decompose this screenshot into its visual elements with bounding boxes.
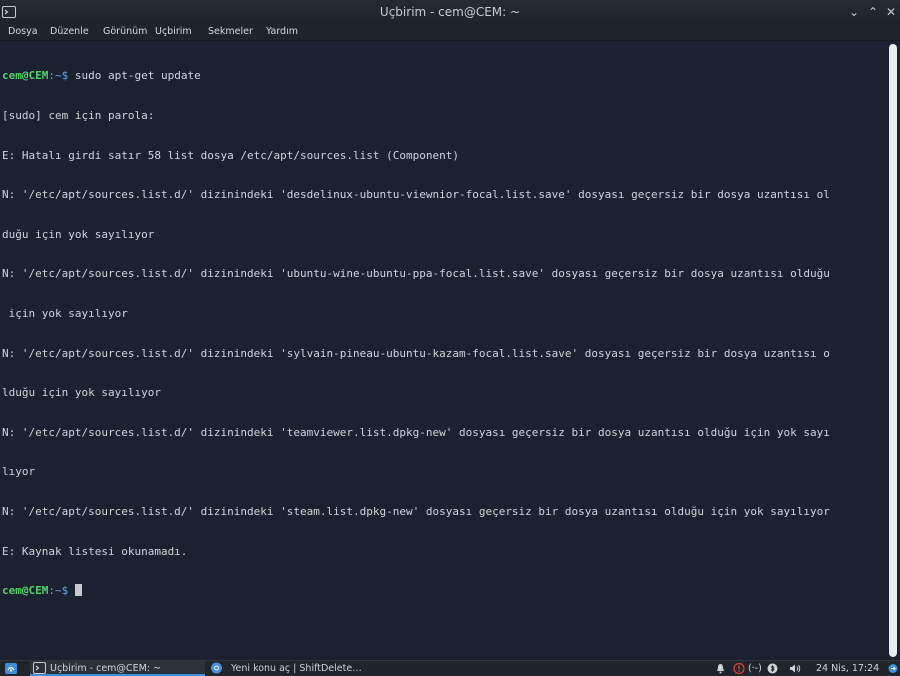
- prompt-path: :~$: [48, 69, 69, 83]
- output-line: N: '/etc/apt/sources.list.d/' dizinindek…: [2, 346, 830, 360]
- minimize-button[interactable]: ⌄: [845, 3, 863, 21]
- close-icon: ✕: [885, 5, 897, 19]
- output-line: lıyor: [2, 465, 36, 479]
- prompt-path: :~$: [48, 584, 69, 598]
- active-prompt-line[interactable]: cem@CEM:~$: [2, 584, 884, 597]
- browser-icon: [211, 662, 222, 674]
- output-line: N: '/etc/apt/sources.list.d/' dizinindek…: [2, 425, 830, 439]
- alert-icon[interactable]: [733, 663, 745, 674]
- menu-yardim[interactable]: Yardım: [266, 24, 298, 40]
- menu-sekmeler[interactable]: Sekmeler: [208, 24, 253, 40]
- terminal-scrollbar[interactable]: [886, 41, 900, 660]
- task-browser[interactable]: Yeni konu aç | ShiftDelete…: [207, 661, 387, 676]
- maximize-icon: ⌃: [867, 5, 879, 19]
- menu-gorunum[interactable]: Görünüm: [103, 24, 147, 40]
- window-titlebar[interactable]: Uçbirim - cem@CEM: ~ ⌄ ⌃ ✕: [0, 0, 900, 24]
- output-line: lduğu için yok sayılıyor: [2, 386, 161, 400]
- prompt-user: cem@CEM: [2, 69, 49, 83]
- start-menu-icon[interactable]: [5, 663, 17, 674]
- output-line: E: Hatalı girdi satır 58 list dosya /etc…: [2, 148, 459, 162]
- command-line: cem@CEM:~$ sudo apt-get update: [2, 69, 884, 82]
- output-line: [sudo] cem için parola:: [2, 109, 155, 122]
- output-line: N: '/etc/apt/sources.list.d/' dizinindek…: [2, 504, 830, 518]
- output-line: için yok sayılıyor: [2, 306, 128, 320]
- bluetooth-icon[interactable]: [767, 663, 778, 674]
- taskbar: Uçbirim - cem@CEM: ~ Yeni konu aç | Shif…: [0, 660, 900, 676]
- terminal-text: cem@CEM:~$ sudo apt-get update [sudo] ce…: [2, 43, 884, 624]
- task-label: Uçbirim - cem@CEM: ~: [50, 663, 161, 674]
- menu-dosya[interactable]: Dosya: [8, 24, 38, 40]
- volume-icon[interactable]: [789, 663, 801, 674]
- clock[interactable]: 24 Nis, 17:24: [816, 661, 879, 676]
- menu-ucbirim[interactable]: Uçbirim: [155, 24, 192, 40]
- minimize-icon: ⌄: [848, 5, 860, 19]
- prompt-user: cem@CEM: [2, 584, 49, 598]
- network-status[interactable]: (·-): [748, 661, 762, 676]
- command-text: sudo apt-get update: [68, 69, 201, 83]
- terminal-icon: [33, 662, 46, 674]
- scrollbar-thumb[interactable]: [889, 44, 897, 657]
- output-line: N: '/etc/apt/sources.list.d/' dizinindek…: [2, 267, 830, 281]
- show-desktop-icon[interactable]: [888, 663, 898, 674]
- menu-bar: Dosya Düzenle Görünüm Uçbirim Sekmeler Y…: [0, 24, 900, 41]
- text-cursor: [74, 584, 82, 597]
- task-terminal[interactable]: Uçbirim - cem@CEM: ~: [30, 661, 205, 676]
- output-line: N: '/etc/apt/sources.list.d/' dizinindek…: [2, 188, 830, 202]
- maximize-button[interactable]: ⌃: [864, 3, 882, 21]
- close-button[interactable]: ✕: [882, 3, 900, 21]
- menu-duzenle[interactable]: Düzenle: [50, 24, 89, 40]
- output-line: E: Kaynak listesi okunamadı.: [2, 544, 188, 558]
- output-line: duğu için yok sayılıyor: [2, 227, 155, 241]
- window-title: Uçbirim - cem@CEM: ~: [379, 5, 521, 19]
- notification-bell-icon[interactable]: [715, 663, 726, 674]
- terminal-area[interactable]: cem@CEM:~$ sudo apt-get update [sudo] ce…: [0, 41, 886, 660]
- task-label: Yeni konu aç | ShiftDelete…: [231, 663, 362, 674]
